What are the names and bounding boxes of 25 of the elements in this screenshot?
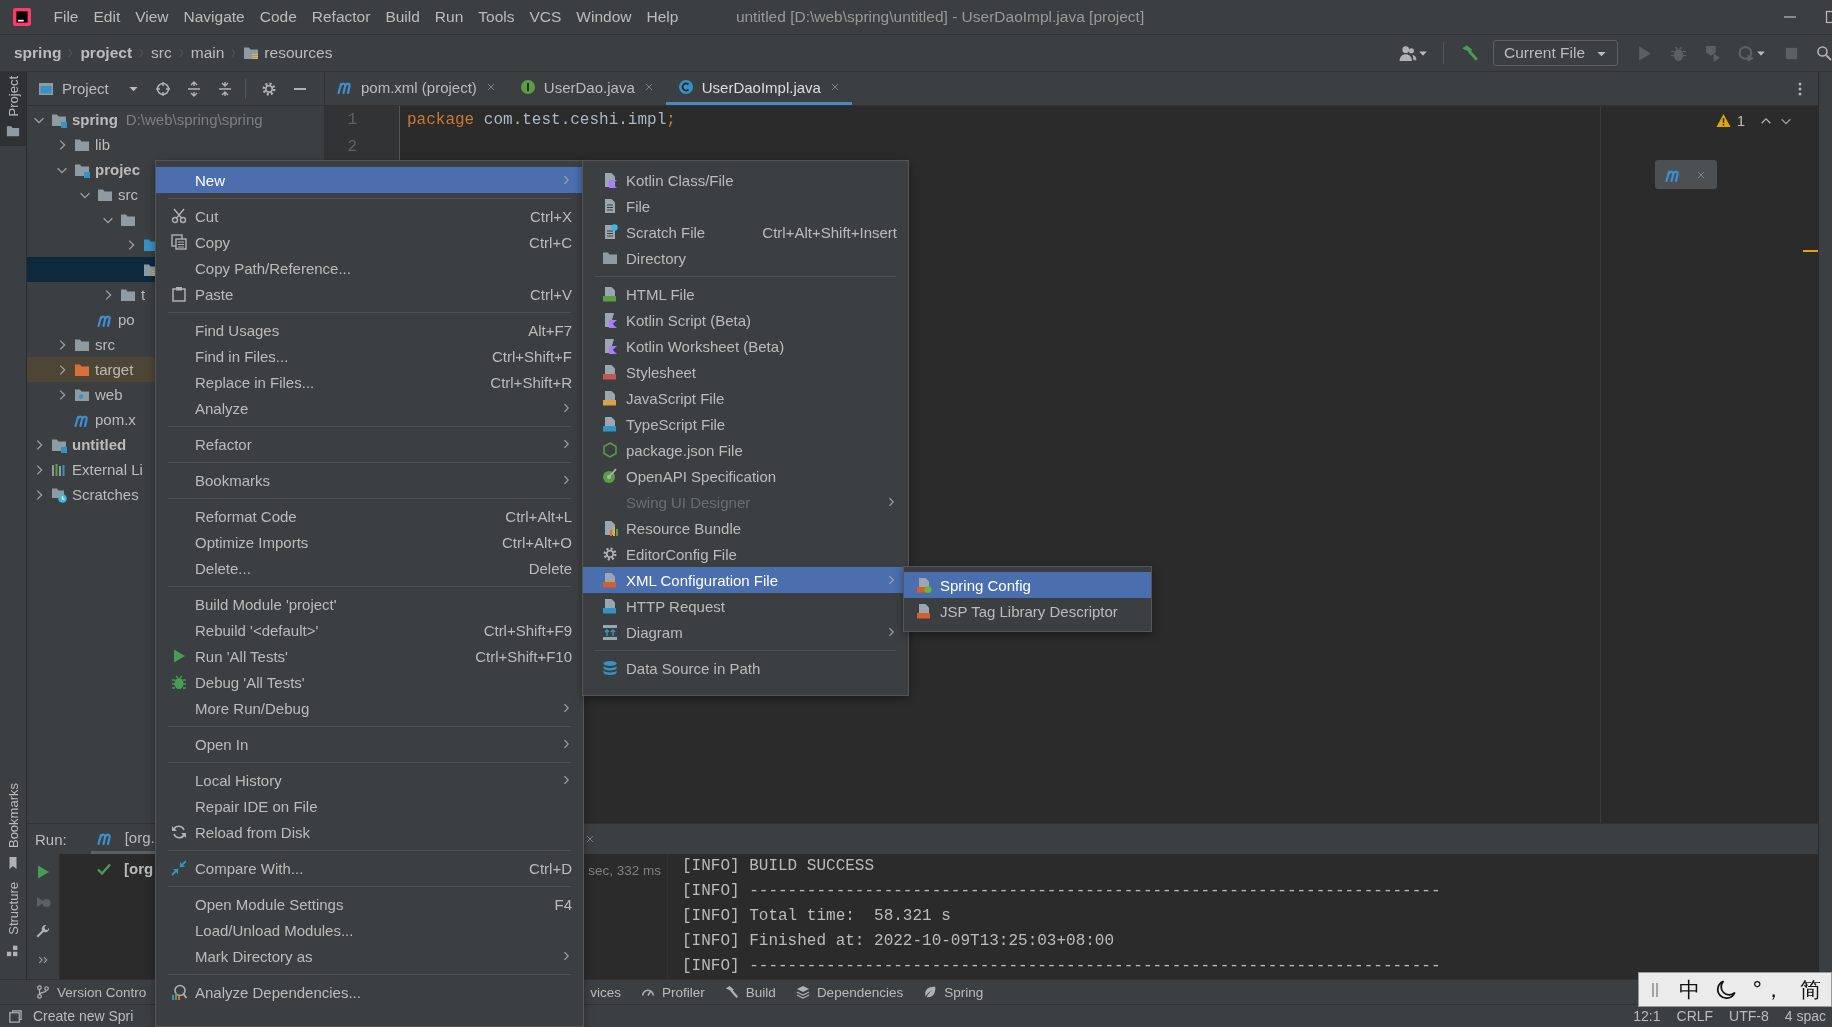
shortcut-label: Alt+F7 (528, 321, 572, 339)
code-line: package com.test.ceshi.impl; (407, 110, 676, 131)
run-label: Run: (35, 830, 67, 848)
shortcut-label: Ctrl+C (529, 233, 572, 251)
warning-count: 1 (1736, 112, 1745, 129)
shortcut-label: Ctrl+Alt+L (505, 507, 572, 525)
shortcut-label: Ctrl+V (529, 285, 572, 303)
shortcut-label: Ctrl+X (529, 207, 572, 225)
console-line: [INFO] Total time: 58.321 s (682, 906, 952, 927)
shortcut-label: Ctrl+Alt+Shift+Insert (762, 223, 897, 241)
window-title: untitled [D:\web\spring\untitled] - UserDaoImpl.java [project] (735, 8, 1145, 26)
shortcut-label: F4 (554, 895, 572, 913)
shortcut-label: Delete (528, 559, 572, 577)
shortcut-label: Ctrl+D (529, 859, 572, 877)
shortcut-label: Ctrl+Shift+R (490, 373, 572, 391)
shortcut-label: Ctrl+Shift+F (491, 347, 572, 365)
console-line: [INFO] BUILD SUCCESS (682, 856, 876, 877)
shortcut-label: Ctrl+Alt+O (501, 533, 572, 551)
duration-label: sec, 332 ms (588, 863, 661, 878)
console-line: [INFO] ------------------------------------------------------------------------ (682, 956, 1442, 977)
shortcut-label: Ctrl+Shift+F10 (475, 647, 572, 665)
console-line: [INFO] ------------------------------------------------------------------------ (682, 881, 1442, 902)
status-message: Create new Spri (33, 1008, 134, 1024)
console-line: [INFO] Finished at: 2022-10-09T13:25:03+08:00 (682, 931, 1116, 952)
shortcut-label: Ctrl+Shift+F9 (483, 621, 572, 639)
